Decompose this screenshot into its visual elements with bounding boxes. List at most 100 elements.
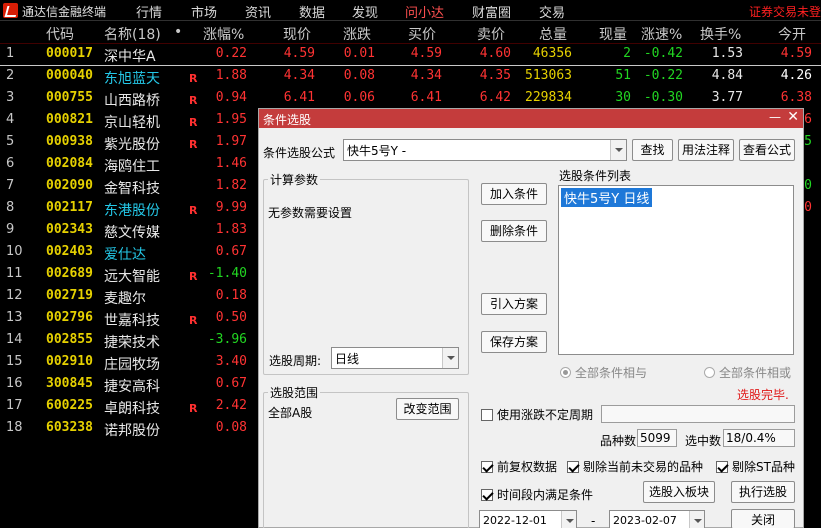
header-chg[interactable]: 涨跌 <box>343 24 371 44</box>
menu-item-quotes[interactable]: 行情 <box>136 2 162 21</box>
change-percent: 1.46 <box>215 156 247 171</box>
formula-select[interactable]: 快牛5号Y - <box>343 139 627 161</box>
row-index: 4 <box>6 112 15 127</box>
minimize-icon[interactable]: — <box>769 110 781 124</box>
fq-data-checkbox[interactable]: 前复权数据 <box>481 458 557 475</box>
condition-list[interactable]: 快牛5号Y 日线 <box>558 185 794 355</box>
change-percent: 0.18 <box>215 288 247 303</box>
current-volume: 51 <box>615 68 631 83</box>
save-plan-button[interactable]: 保存方案 <box>481 331 547 353</box>
date-to-picker[interactable]: 2023-02-07 <box>609 510 705 528</box>
total-volume: 46356 <box>532 46 572 61</box>
row-index: 2 <box>6 68 15 83</box>
menu-item-wealth[interactable]: 财富圈 <box>472 2 511 21</box>
total-label: 品种数 <box>600 434 637 448</box>
usage-notes-button[interactable]: 用法注释 <box>678 139 734 161</box>
radio-all-or[interactable]: 全部条件相或 <box>704 364 791 381</box>
margin-trading-badge: R <box>189 204 198 217</box>
find-button[interactable]: 查找 <box>632 139 673 161</box>
close-icon[interactable]: ✕ <box>787 109 799 125</box>
total-count: 5099 <box>637 429 677 447</box>
change-amount: 0.06 <box>343 90 375 105</box>
menu-item-discover[interactable]: 发现 <box>352 2 378 21</box>
margin-trading-badge: R <box>189 270 198 283</box>
chevron-down-icon[interactable] <box>561 511 576 528</box>
header-turn[interactable]: 换手% <box>700 24 741 44</box>
date-from-picker[interactable]: 2022-12-01 <box>479 510 577 528</box>
stock-code: 600225 <box>46 398 93 413</box>
row-index: 13 <box>6 310 23 325</box>
chevron-down-icon[interactable] <box>442 348 458 368</box>
add-condition-button[interactable]: 加入条件 <box>481 183 547 205</box>
menu-item-market[interactable]: 市场 <box>191 2 217 21</box>
menu-item-trade[interactable]: 交易 <box>539 2 565 21</box>
row-index: 18 <box>6 420 23 435</box>
menu-bar: 通达信金融终端 行情 市场 资讯 数据 发现 问小达 财富圈 交易 证券交易未登 <box>0 0 821 21</box>
dialog-titlebar[interactable]: 条件选股 — ✕ <box>259 109 803 128</box>
view-formula-button[interactable]: 查看公式 <box>739 139 795 161</box>
chevron-down-icon[interactable] <box>610 140 626 160</box>
header-price[interactable]: 现价 <box>283 24 311 44</box>
stock-code: 000017 <box>46 46 93 61</box>
change-range-button[interactable]: 改变范围 <box>396 398 459 420</box>
open-price: 4.59 <box>780 46 812 61</box>
header-cur[interactable]: 现量 <box>599 24 627 44</box>
uncertain-period-input[interactable] <box>601 405 795 423</box>
row-index: 1 <box>6 46 15 61</box>
time-range-checkbox[interactable]: 时间段内满足条件 <box>481 486 593 503</box>
uncertain-period-checkbox[interactable]: 使用涨跌不定周期 <box>481 406 593 423</box>
margin-trading-badge: R <box>189 94 198 107</box>
checkbox-checked-icon <box>481 461 493 473</box>
condition-list-item[interactable]: 快牛5号Y 日线 <box>561 188 653 207</box>
menu-item-news[interactable]: 资讯 <box>245 2 271 21</box>
turnover-rate: 3.77 <box>711 90 743 105</box>
table-row[interactable]: 2 000040 东旭蓝天 R 1.88 4.34 0.08 4.34 4.35 513063 51… <box>0 66 821 88</box>
open-price: 6.38 <box>780 90 812 105</box>
change-percent: 9.99 <box>215 200 247 215</box>
exclude-st-checkbox[interactable]: 剔除ST品种 <box>716 458 795 475</box>
period-select[interactable]: 日线 <box>331 347 459 369</box>
menu-item-data[interactable]: 数据 <box>299 2 325 21</box>
stock-code: 002343 <box>46 222 93 237</box>
stock-code: 002855 <box>46 332 93 347</box>
exclude-untraded-checkbox[interactable]: 剔除当前未交易的品种 <box>567 458 703 475</box>
stock-name: 深中华A <box>104 49 156 65</box>
stock-name: 慈文传媒 <box>104 225 160 241</box>
delete-condition-button[interactable]: 删除条件 <box>481 220 547 242</box>
menu-item-ask[interactable]: 问小达 <box>405 2 444 21</box>
add-to-block-button[interactable]: 选股入板块 <box>643 481 715 503</box>
table-header: 代码 名称(18) • 涨幅% 现价 涨跌 买价 卖价 总量 现量 涨速% 换手… <box>0 22 821 44</box>
table-row[interactable]: 1 000017 深中华A 0.22 4.59 0.01 4.59 4.60 46356 2 -0.… <box>0 44 821 66</box>
header-code[interactable]: 代码 <box>46 24 74 44</box>
turnover-rate: 4.84 <box>711 68 743 83</box>
range-group-label: 选股范围 <box>268 384 321 401</box>
params-text: 无参数需要设置 <box>268 206 353 220</box>
radio-off-icon <box>704 367 715 378</box>
header-ask[interactable]: 卖价 <box>477 24 505 44</box>
stock-name: 世嘉科技 <box>104 313 160 329</box>
current-price: 4.59 <box>283 46 315 61</box>
change-percent: 0.94 <box>215 90 247 105</box>
import-plan-button[interactable]: 引入方案 <box>481 293 547 315</box>
header-bid[interactable]: 买价 <box>408 24 436 44</box>
stock-code: 603238 <box>46 420 93 435</box>
header-pct[interactable]: 涨幅% <box>203 24 244 44</box>
app-logo-icon <box>3 3 18 18</box>
table-row[interactable]: 3 000755 山西路桥 R 0.94 6.41 0.06 6.41 6.42 229834 30… <box>0 88 821 110</box>
row-index: 17 <box>6 398 23 413</box>
header-speed[interactable]: 涨速% <box>641 24 682 44</box>
stock-code: 002084 <box>46 156 93 171</box>
close-button[interactable]: 关闭 <box>731 509 795 528</box>
header-name[interactable]: 名称(18) <box>104 24 161 44</box>
run-selection-button[interactable]: 执行选股 <box>731 481 795 503</box>
app-title: 通达信金融终端 <box>22 5 107 19</box>
chevron-down-icon[interactable] <box>689 511 704 528</box>
change-percent: 1.82 <box>215 178 247 193</box>
trade-login-notice[interactable]: 证券交易未登 <box>749 3 821 20</box>
header-open[interactable]: 今开 <box>778 24 806 44</box>
current-volume: 30 <box>615 90 631 105</box>
row-index: 15 <box>6 354 23 369</box>
radio-all-and[interactable]: 全部条件相与 <box>560 364 647 381</box>
header-vol[interactable]: 总量 <box>539 24 567 44</box>
row-index: 10 <box>6 244 23 259</box>
